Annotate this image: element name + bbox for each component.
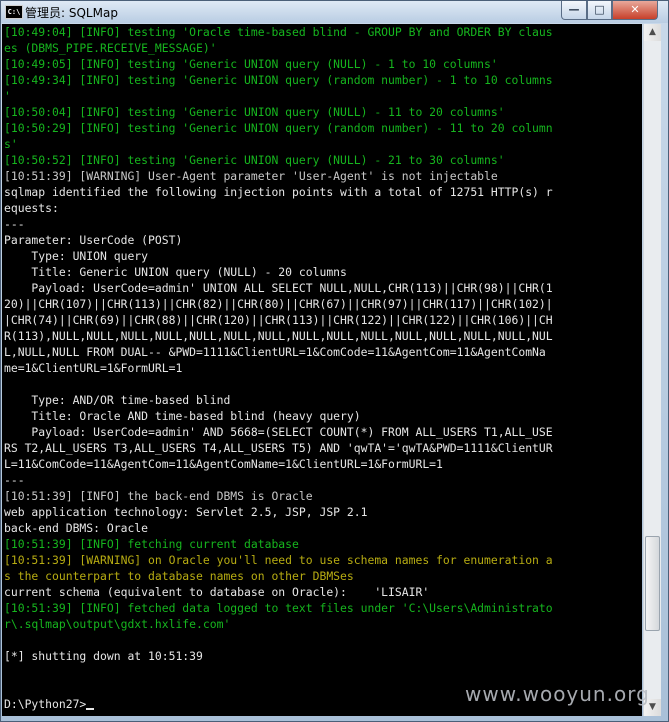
console-line: [10:51:39] [INFO] the back-end DBMS is O…: [4, 489, 313, 503]
console-line: [10:49:05] [INFO] testing 'Generic UNION…: [4, 57, 498, 71]
minimize-button[interactable]: —: [561, 1, 587, 20]
console-line: Type: UNION query: [4, 249, 149, 263]
close-button[interactable]: ✕: [612, 1, 658, 20]
console-app-icon[interactable]: C:\: [5, 5, 23, 19]
command-prompt[interactable]: D:\Python27>: [4, 696, 95, 712]
vertical-scrollbar[interactable]: ▲ ▼: [643, 24, 661, 716]
console-line: [10:51:39] [WARNING] on Oracle you'll ne…: [4, 553, 553, 567]
console-line: me=1&ClientURL=1&FormURL=1: [4, 361, 183, 375]
title-bar[interactable]: C:\ 管理员: SQLMap — □ ✕: [1, 1, 668, 23]
scroll-up-arrow-icon[interactable]: ▲: [644, 24, 661, 41]
console-line: L=11&ComCode=11&AgentCom=11&AgentComName…: [4, 457, 443, 471]
console-line: Parameter: UserCode (POST): [4, 233, 183, 247]
console-line: [*] shutting down at 10:51:39: [4, 649, 203, 663]
console-line: [10:50:04] [INFO] testing 'Generic UNION…: [4, 105, 505, 119]
console-line: Payload: UserCode=admin' AND 5668=(SELEC…: [4, 425, 553, 439]
window-title: 管理员: SQLMap: [25, 6, 118, 20]
console-line: RS T2,ALL_USERS T3,ALL_USERS T4,ALL_USER…: [4, 441, 553, 455]
console-line: [10:50:29] [INFO] testing 'Generic UNION…: [4, 121, 553, 135]
console-line: Title: Generic UNION query (NULL) - 20 c…: [4, 265, 347, 279]
watermark-text: www.wooyun.org: [465, 682, 650, 706]
console-line: es (DBMS_PIPE.RECEIVE_MESSAGE)': [4, 41, 217, 55]
console-line: L,NULL,NULL FROM DUAL-- &PWD=1111&Client…: [4, 345, 546, 359]
console-line: [10:49:34] [INFO] testing 'Generic UNION…: [4, 73, 553, 87]
console-line: ---: [4, 217, 25, 231]
scrollbar-thumb[interactable]: [645, 536, 660, 632]
console-line: equests:: [4, 201, 59, 215]
console-line: s': [4, 137, 18, 151]
console-line: r\.sqlmap\output\gdxt.hxlife.com': [4, 617, 231, 631]
console-line: [10:50:52] [INFO] testing 'Generic UNION…: [4, 153, 505, 167]
console-line: |CHR(74)||CHR(69)||CHR(88)||CHR(120)||CH…: [4, 313, 553, 327]
console-line: [10:51:39] [WARNING] User-Agent paramete…: [4, 169, 498, 183]
prompt-text: D:\Python27>: [4, 697, 87, 711]
console-line: 20)||CHR(107)||CHR(113)||CHR(82)||CHR(80…: [4, 297, 553, 311]
console-line: ': [4, 89, 11, 103]
console-line: Type: AND/OR time-based blind: [4, 393, 231, 407]
console-line: [10:51:39] [INFO] fetched data logged to…: [4, 601, 553, 615]
console-line: R(113),NULL,NULL,NULL,NULL,NULL,NULL,NUL…: [4, 329, 553, 343]
console-window: C:\ 管理员: SQLMap — □ ✕ [10:49:04] [INFO] …: [0, 0, 669, 722]
console-line: [10:49:04] [INFO] testing 'Oracle time-b…: [4, 25, 553, 39]
console-line: Payload: UserCode=admin' UNION ALL SELEC…: [4, 281, 553, 295]
console-line: web application technology: Servlet 2.5,…: [4, 505, 368, 519]
console-line: ---: [4, 473, 25, 487]
console-line: [10:51:39] [INFO] fetching current datab…: [4, 537, 299, 551]
console-output[interactable]: [10:49:04] [INFO] testing 'Oracle time-b…: [2, 24, 642, 716]
console-line: s the counterpart to database names on o…: [4, 569, 354, 583]
maximize-button[interactable]: □: [587, 1, 612, 20]
console-line: sqlmap identified the following injectio…: [4, 185, 553, 199]
text-cursor: [86, 708, 95, 710]
console-line: current schema (equivalent to database o…: [4, 585, 430, 599]
console-line: Title: Oracle AND time-based blind (heav…: [4, 409, 361, 423]
console-line: back-end DBMS: Oracle: [4, 521, 149, 535]
